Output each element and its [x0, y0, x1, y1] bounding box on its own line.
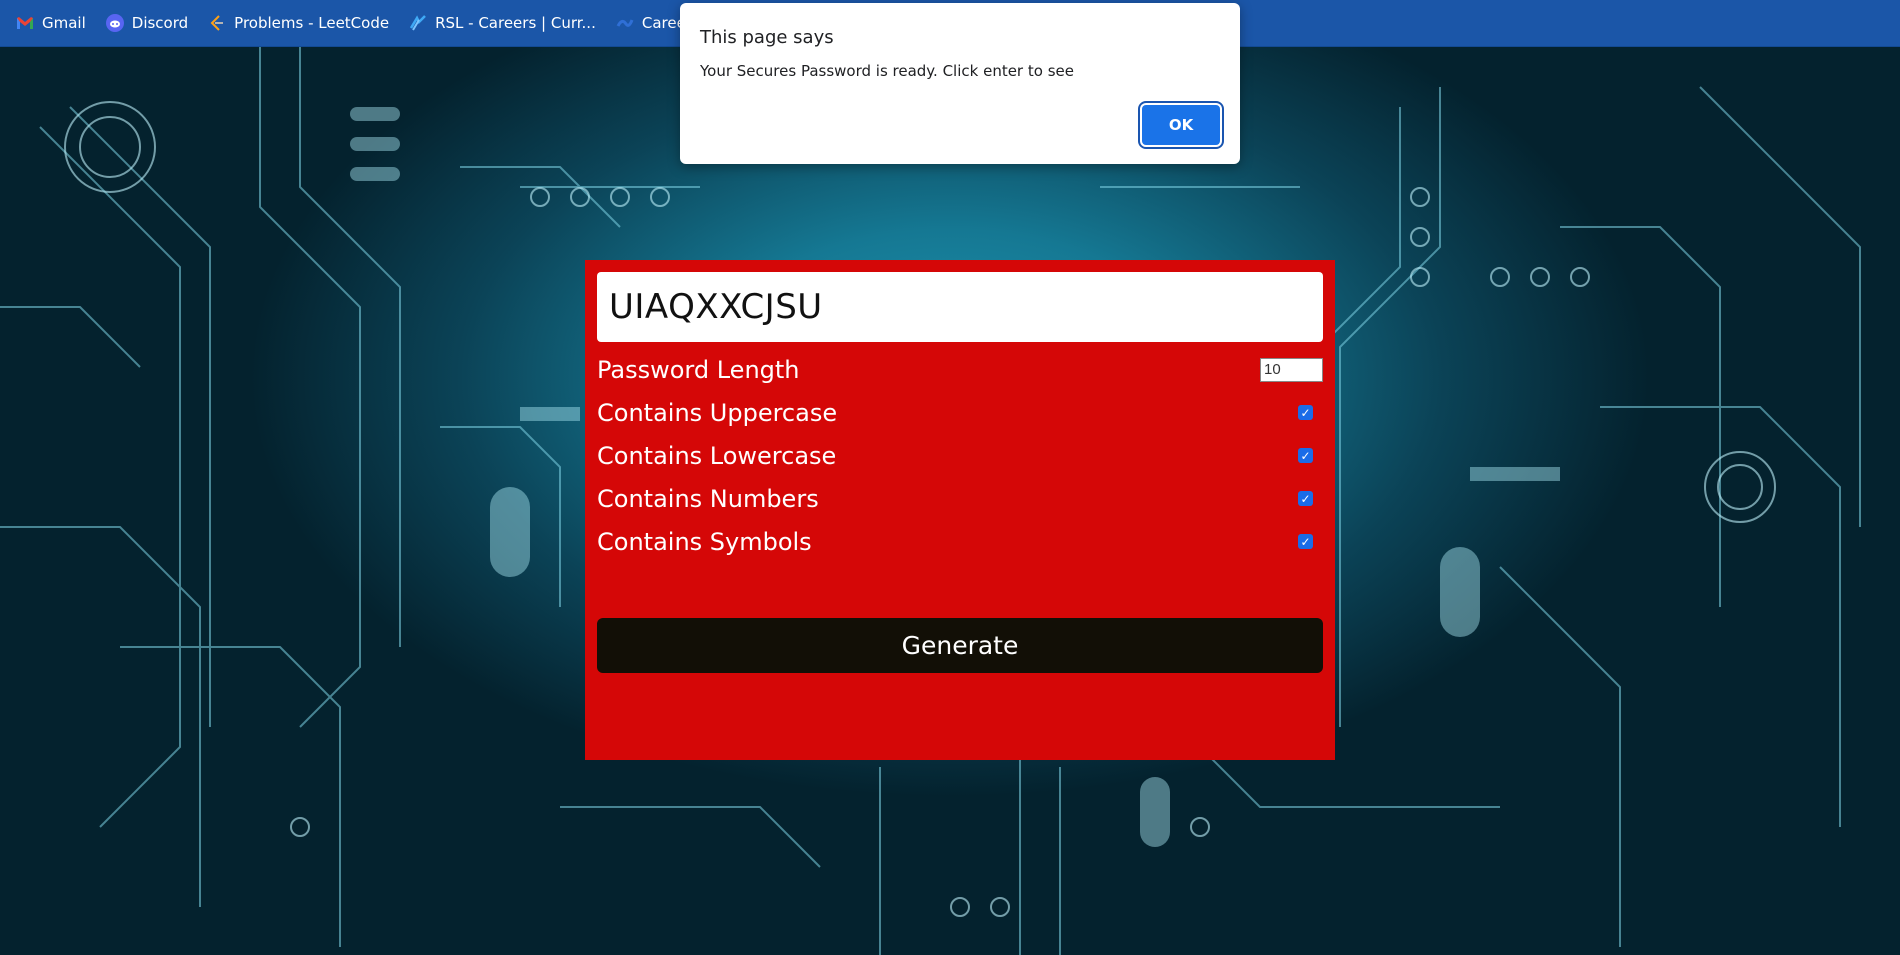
discord-icon: [105, 14, 124, 32]
ok-button[interactable]: OK: [1142, 105, 1220, 145]
gmail-icon: [16, 14, 34, 32]
option-numbers-label: Contains Numbers: [597, 484, 819, 513]
bookmark-label: Gmail: [42, 14, 86, 32]
alert-dialog: This page says Your Secures Password is …: [680, 3, 1240, 164]
option-numbers-row: Contains Numbers ✓: [597, 477, 1323, 520]
leetcode-icon: [208, 14, 226, 32]
password-display[interactable]: UIAQXXCJSU: [597, 272, 1323, 342]
dialog-message: Your Secures Password is ready. Click en…: [700, 62, 1074, 80]
dialog-title: This page says: [700, 27, 834, 48]
rsl-icon: [409, 14, 427, 32]
bookmark-label: Discord: [131, 14, 189, 32]
password-length-input[interactable]: 10: [1260, 357, 1323, 382]
password-length-row: Password Length 10: [597, 348, 1323, 391]
bookmark-leetcode[interactable]: Problems - LeetCode: [208, 14, 389, 32]
option-symbols-label: Contains Symbols: [597, 527, 812, 556]
option-uppercase-label: Contains Uppercase: [597, 398, 838, 427]
option-lowercase-row: Contains Lowercase ✓: [597, 434, 1323, 477]
lowercase-checkbox[interactable]: ✓: [1298, 448, 1313, 463]
bookmark-rsl-careers[interactable]: RSL - Careers | Curr...: [409, 14, 596, 32]
bookmark-discord[interactable]: Discord: [105, 14, 189, 32]
numbers-checkbox[interactable]: ✓: [1298, 491, 1313, 506]
uppercase-checkbox[interactable]: ✓: [1298, 405, 1313, 420]
option-uppercase-row: Contains Uppercase ✓: [597, 391, 1323, 434]
symbols-checkbox[interactable]: ✓: [1298, 534, 1313, 549]
generate-button[interactable]: Generate: [597, 618, 1323, 673]
option-lowercase-label: Contains Lowercase: [597, 441, 837, 470]
password-generator-card: UIAQXXCJSU Password Length 10 Contains U…: [585, 260, 1335, 760]
bookmark-gmail[interactable]: Gmail: [16, 14, 86, 32]
bookmark-label: RSL - Careers | Curr...: [435, 14, 596, 32]
password-length-label: Password Length: [597, 355, 800, 384]
option-symbols-row: Contains Symbols ✓: [597, 520, 1323, 563]
careers-icon: [616, 14, 634, 32]
bookmark-label: Problems - LeetCode: [234, 14, 390, 32]
